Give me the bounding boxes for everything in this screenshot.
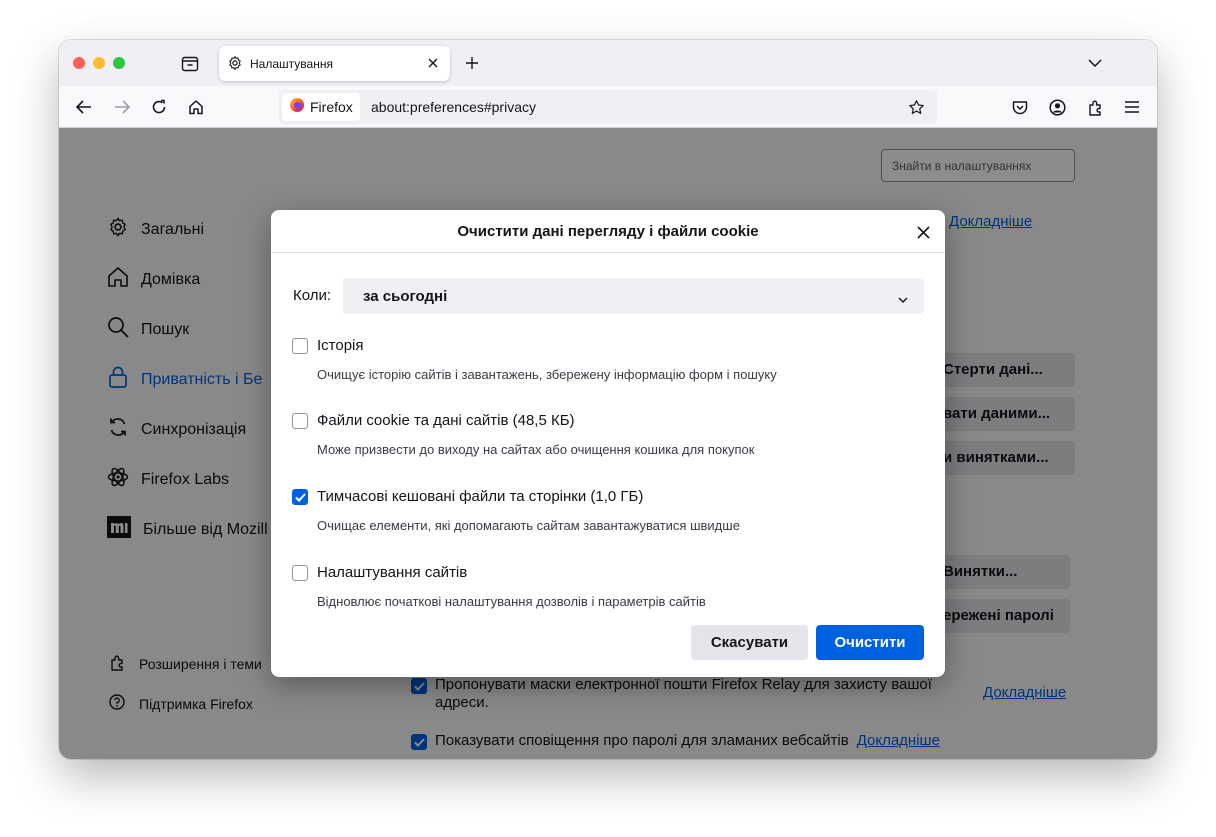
time-range-label: Коли: bbox=[293, 287, 332, 304]
option-label: Тимчасові кешовані файли та сторінки (1,… bbox=[317, 488, 644, 505]
gear-icon bbox=[227, 55, 243, 76]
browser-window: Налаштування Firefox about:preferences#p… bbox=[59, 40, 1157, 759]
extensions-icon[interactable] bbox=[1085, 97, 1105, 117]
pocket-icon[interactable] bbox=[1010, 97, 1030, 117]
minimize-window-button[interactable] bbox=[93, 57, 105, 69]
option-label: Налаштування сайтів bbox=[317, 564, 468, 581]
reload-icon[interactable] bbox=[148, 96, 170, 118]
menu-hamburger-icon[interactable] bbox=[1122, 97, 1142, 117]
option-description: Очищує історію сайтів і завантажень, збе… bbox=[317, 367, 777, 382]
tab-bar: Налаштування bbox=[59, 40, 1157, 86]
clear-button[interactable]: Очистити bbox=[816, 625, 924, 660]
forward-icon[interactable] bbox=[111, 96, 133, 118]
bookmark-star-icon[interactable] bbox=[907, 98, 925, 116]
url-bar[interactable]: Firefox about:preferences#privacy bbox=[279, 90, 937, 124]
url-text[interactable]: about:preferences#privacy bbox=[371, 99, 536, 115]
tab-title: Налаштування bbox=[250, 57, 333, 71]
option-label: Файли cookie та дані сайтів (48,5 КБ) bbox=[317, 412, 575, 429]
new-tab-icon[interactable] bbox=[462, 53, 482, 73]
time-range-select[interactable]: за сьогодні bbox=[343, 278, 924, 314]
zoom-window-button[interactable] bbox=[113, 57, 125, 69]
dialog-title: Очистити дані перегляду і файли cookie bbox=[457, 223, 759, 240]
firefox-logo-icon bbox=[289, 97, 305, 118]
checkbox-unchecked-icon[interactable] bbox=[292, 565, 308, 581]
checkbox-checked-icon[interactable] bbox=[292, 489, 308, 505]
chevron-down-icon[interactable] bbox=[1085, 53, 1105, 73]
time-range-value: за сьогодні bbox=[363, 288, 448, 305]
close-tab-icon[interactable] bbox=[424, 54, 442, 72]
chevron-down-icon bbox=[898, 290, 908, 308]
clear-data-dialog: Очистити дані перегляду і файли cookie К… bbox=[271, 210, 945, 677]
account-icon[interactable] bbox=[1047, 97, 1067, 117]
checkbox-unchecked-icon[interactable] bbox=[292, 338, 308, 354]
close-icon[interactable] bbox=[913, 222, 933, 242]
option-description: Очищає елементи, які допомагають сайтам … bbox=[317, 518, 740, 533]
dialog-divider bbox=[271, 252, 945, 253]
identity-box[interactable]: Firefox bbox=[282, 93, 360, 121]
close-window-button[interactable] bbox=[73, 57, 85, 69]
checkbox-unchecked-icon[interactable] bbox=[292, 413, 308, 429]
firefox-view-icon[interactable] bbox=[180, 54, 200, 74]
option-description: Відновлює початкові налаштування дозволі… bbox=[317, 594, 706, 609]
identity-label: Firefox bbox=[310, 99, 353, 115]
option-description: Може призвести до виходу на сайтах або о… bbox=[317, 442, 755, 457]
cancel-button[interactable]: Скасувати bbox=[691, 625, 808, 660]
tab-settings[interactable]: Налаштування bbox=[219, 46, 450, 81]
nav-bar: Firefox about:preferences#privacy bbox=[59, 86, 1157, 128]
option-label: Історія bbox=[317, 337, 364, 354]
home-icon[interactable] bbox=[185, 96, 207, 118]
back-icon[interactable] bbox=[73, 96, 95, 118]
